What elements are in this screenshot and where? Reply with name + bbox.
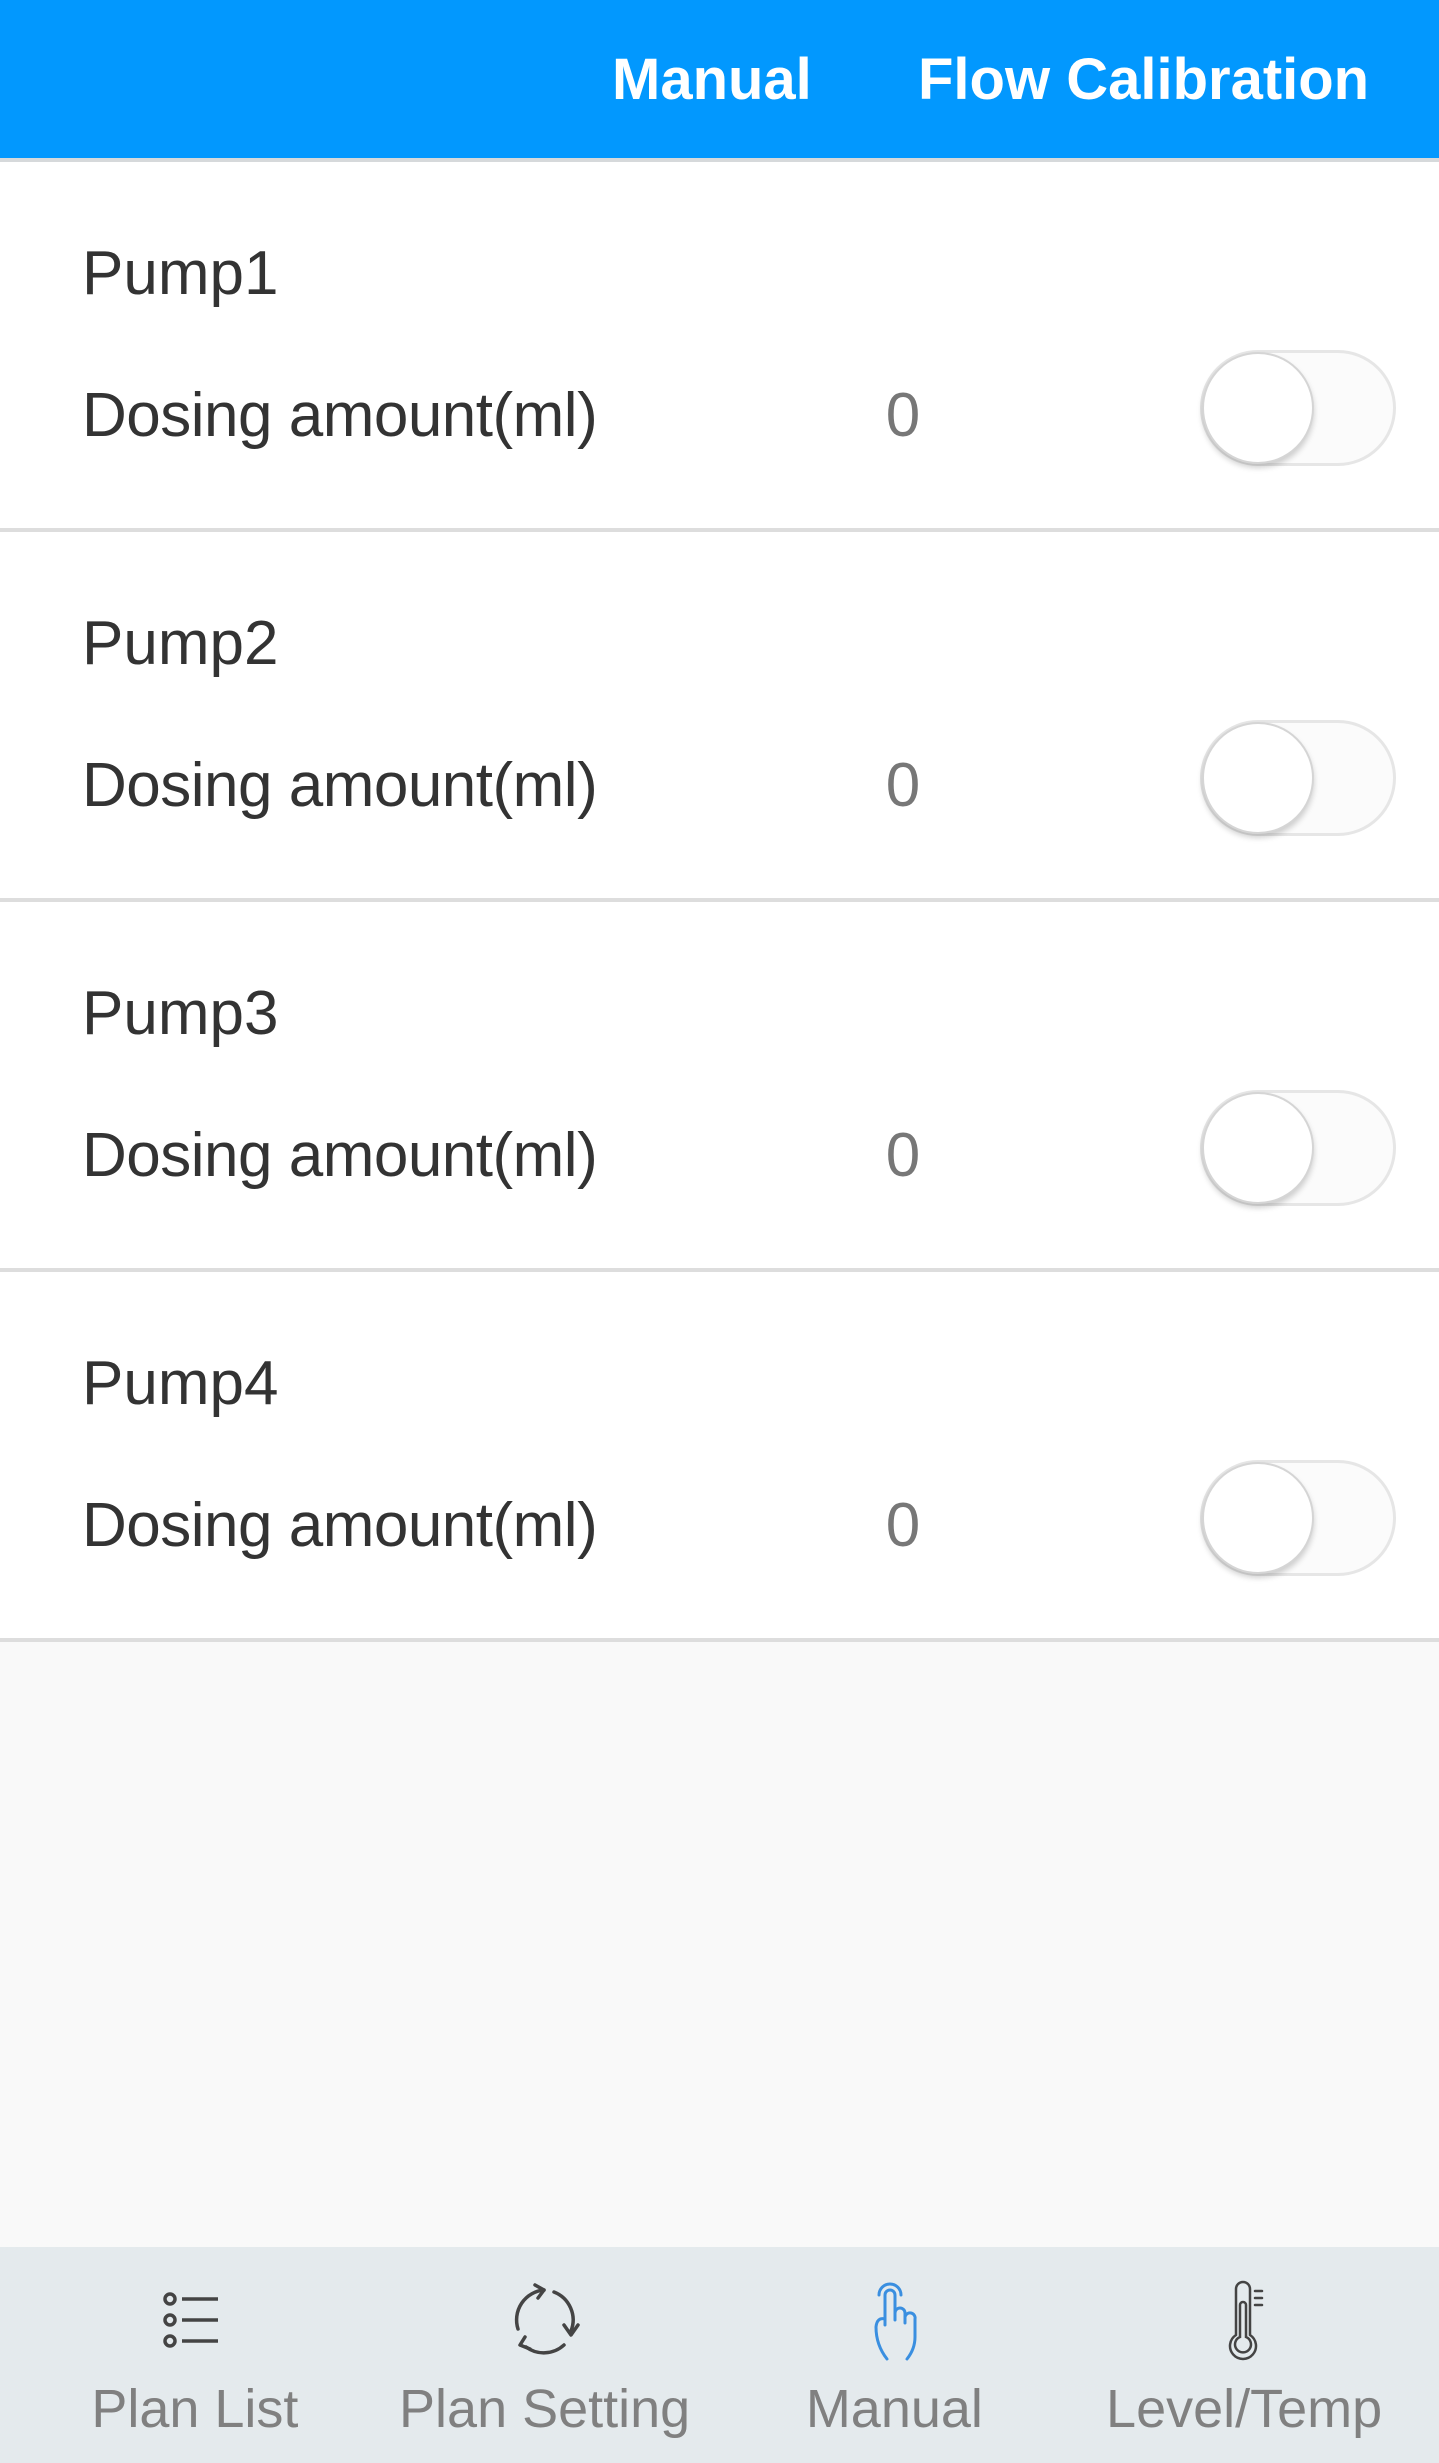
pump-toggle[interactable] bbox=[1200, 720, 1396, 836]
nav-item-manual[interactable]: Manual bbox=[720, 2247, 1070, 2463]
bottom-navigation: Plan List Plan Setting Manual Level/Temp bbox=[0, 2247, 1439, 2463]
nav-item-plan-setting[interactable]: Plan Setting bbox=[370, 2247, 720, 2463]
dosing-amount-input[interactable]: 0 bbox=[868, 1490, 938, 1562]
tab-flow-calibration[interactable]: Flow Calibration bbox=[918, 44, 1369, 116]
pump-section: Pump1 Dosing amount(ml) 0 bbox=[0, 162, 1439, 532]
hand-tap-icon bbox=[874, 2282, 917, 2361]
pump-name: Pump3 bbox=[82, 979, 279, 1048]
tab-manual[interactable]: Manual bbox=[612, 44, 812, 116]
nav-label: Plan List bbox=[91, 2379, 299, 2439]
dosing-amount-label: Dosing amount(ml) bbox=[82, 1491, 598, 1560]
nav-item-plan-list[interactable]: Plan List bbox=[20, 2247, 370, 2463]
pump-section: Pump3 Dosing amount(ml) 0 bbox=[0, 902, 1439, 1272]
thermometer-icon bbox=[1228, 2280, 1264, 2361]
pump-section: Pump4 Dosing amount(ml) 0 bbox=[0, 1272, 1439, 1642]
dosing-amount-label: Dosing amount(ml) bbox=[82, 1121, 598, 1190]
pump-toggle[interactable] bbox=[1200, 1090, 1396, 1206]
nav-item-level-temp[interactable]: Level/Temp bbox=[1069, 2247, 1419, 2463]
nav-label: Level/Temp bbox=[1106, 2379, 1383, 2439]
pump-toggle[interactable] bbox=[1200, 350, 1396, 466]
toggle-knob bbox=[1202, 1092, 1314, 1204]
pump-name: Pump2 bbox=[82, 609, 279, 678]
toggle-knob bbox=[1202, 722, 1314, 834]
dosing-amount-label: Dosing amount(ml) bbox=[82, 381, 598, 450]
pump-name: Pump4 bbox=[82, 1349, 279, 1418]
pump-name: Pump1 bbox=[82, 239, 279, 308]
toggle-knob bbox=[1202, 352, 1314, 464]
cycle-icon bbox=[514, 2283, 580, 2355]
list-icon bbox=[163, 2292, 218, 2348]
dosing-amount-input[interactable]: 0 bbox=[868, 1120, 938, 1192]
pump-section: Pump2 Dosing amount(ml) 0 bbox=[0, 532, 1439, 902]
dosing-amount-label: Dosing amount(ml) bbox=[82, 751, 598, 820]
dosing-amount-input[interactable]: 0 bbox=[868, 380, 938, 452]
top-header: Manual Flow Calibration bbox=[0, 0, 1439, 158]
dosing-amount-input[interactable]: 0 bbox=[868, 750, 938, 822]
toggle-knob bbox=[1202, 1462, 1314, 1574]
pump-toggle[interactable] bbox=[1200, 1460, 1396, 1576]
nav-label: Manual bbox=[805, 2379, 983, 2439]
pump-list: Pump1 Dosing amount(ml) 0 Pump2 Dosing a… bbox=[0, 162, 1439, 1642]
nav-label: Plan Setting bbox=[399, 2379, 691, 2439]
